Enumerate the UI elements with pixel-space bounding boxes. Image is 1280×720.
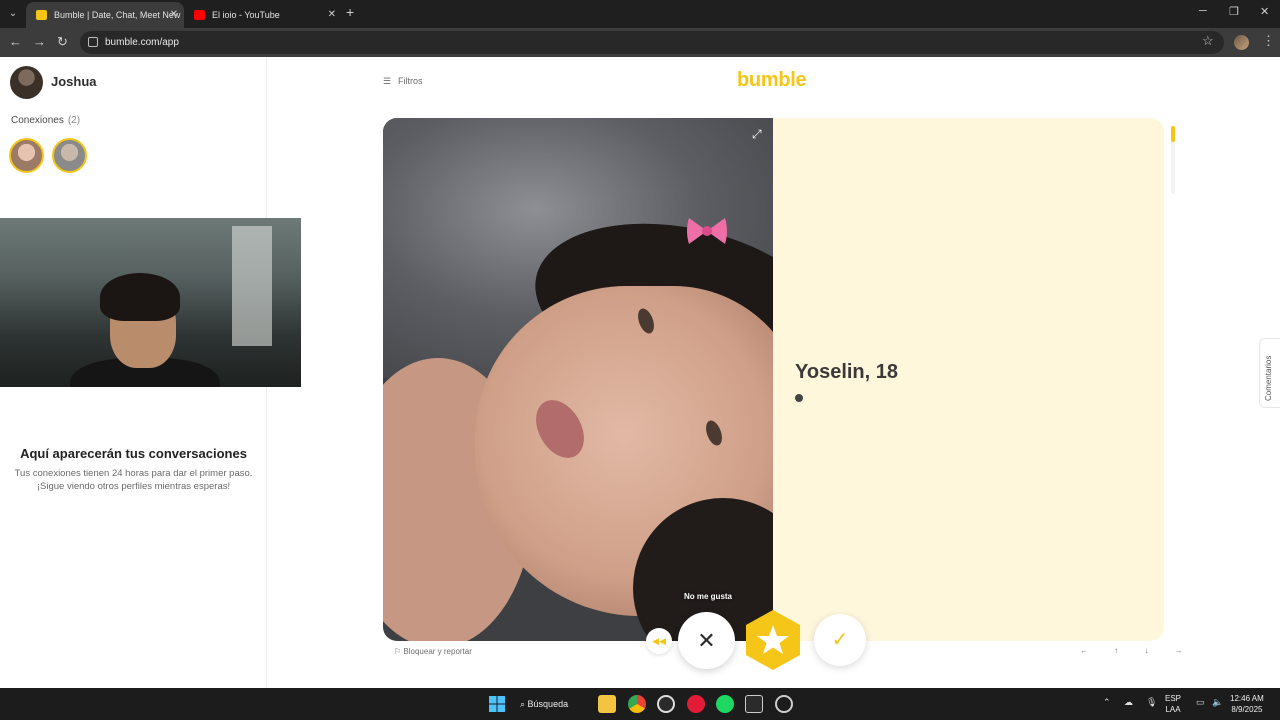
- empty-conversations-subtitle: Tus conexiones tienen 24 horas para dar …: [0, 467, 267, 493]
- connection-avatar[interactable]: [52, 138, 87, 173]
- connections-count: (2): [67, 115, 81, 126]
- cloud-off-icon[interactable]: ☁: [1124, 697, 1133, 708]
- clock-time: 12:46 AM: [1230, 694, 1264, 703]
- bumble-favicon-icon: [36, 10, 47, 20]
- checkmark-icon: ✓: [831, 629, 849, 651]
- profile-card: ⤢ Yoselin, 18: [383, 118, 1164, 641]
- superswipe-button[interactable]: [742, 609, 804, 671]
- lang-layout: LAA: [1165, 705, 1181, 714]
- language-indicator[interactable]: ESP LAA: [1165, 693, 1181, 715]
- keyboard-shortcuts-hint: ← ↑ ↓ →: [1080, 646, 1195, 655]
- search-icon: ⌕: [520, 699, 528, 709]
- connections-header: Conexiones (2): [11, 115, 80, 126]
- user-name[interactable]: Joshua: [51, 74, 97, 89]
- windows-start-icon[interactable]: [488, 695, 506, 713]
- volume-icon[interactable]: 🔈: [1212, 697, 1223, 708]
- connections-label: Conexiones: [11, 115, 64, 126]
- chrome-icon[interactable]: [628, 695, 646, 713]
- close-tab-icon[interactable]: ✕: [170, 2, 178, 28]
- like-button[interactable]: ✓: [814, 614, 866, 666]
- lang-code: ESP: [1165, 694, 1182, 703]
- browser-toolbar: ← → ↻ bumble.com/app ☆ ⋮: [0, 28, 1280, 57]
- user-avatar[interactable]: [10, 66, 43, 99]
- feedback-label: Comentarios: [1264, 355, 1273, 401]
- profile-name-age: Yoselin, 18: [795, 361, 899, 383]
- filters-label: Filtros: [398, 76, 423, 86]
- forward-icon[interactable]: →: [33, 34, 46, 49]
- youtube-favicon-icon: [194, 10, 205, 20]
- opera-icon[interactable]: [687, 695, 705, 713]
- microphone-icon[interactable]: 🎙: [1146, 697, 1157, 708]
- address-bar[interactable]: bumble.com/app: [80, 31, 1224, 54]
- system-clock[interactable]: 12:46 AM 8/9/2025: [1230, 693, 1264, 715]
- filters-button[interactable]: ☰ Filtros: [383, 76, 423, 87]
- close-window-icon[interactable]: ✕: [1260, 5, 1269, 18]
- pass-tooltip: No me gusta: [684, 592, 733, 601]
- expand-icon[interactable]: ⤢: [752, 127, 762, 142]
- url-text: bumble.com/app: [105, 37, 179, 48]
- spotify-icon[interactable]: [716, 695, 734, 713]
- taskbar-search[interactable]: ⌕ Búsqueda: [520, 695, 568, 713]
- site-info-icon[interactable]: [88, 37, 98, 47]
- file-explorer-icon[interactable]: [598, 695, 616, 713]
- browser-menu-icon[interactable]: ⋮: [1262, 33, 1275, 49]
- webcam-person: [100, 273, 180, 321]
- browser-profile-avatar[interactable]: [1234, 35, 1249, 50]
- feedback-tab[interactable]: Comentarios: [1259, 338, 1280, 408]
- browser-tab-bar: ⌄ Bumble | Date, Chat, Meet New ✕ El ioi…: [0, 0, 1280, 28]
- restore-icon[interactable]: ❐: [1229, 5, 1239, 18]
- tab-bumble[interactable]: Bumble | Date, Chat, Meet New ✕: [26, 2, 184, 28]
- tray-overflow-icon[interactable]: ⌃: [1103, 697, 1111, 708]
- reload-icon[interactable]: ↻: [57, 34, 68, 50]
- photo-progress-indicator[interactable]: [1171, 126, 1175, 194]
- new-tab-button[interactable]: +: [346, 4, 354, 20]
- app-icon[interactable]: [775, 695, 793, 713]
- webcam-overlay: [0, 218, 301, 387]
- subtitle-line: Tus conexiones tienen 24 horas para dar …: [14, 468, 253, 479]
- windows-taskbar: ⌕ Búsqueda ⌃ ☁ 🎙 ESP LAA ▭ 🔈 12:46 AM 8/…: [0, 688, 1280, 720]
- subtitle-line: ¡Sigue viendo otros perfiles mientras es…: [36, 481, 231, 492]
- empty-conversations-title: Aquí aparecerán tus conversaciones: [20, 446, 247, 461]
- profile-info-panel: Yoselin, 18: [773, 118, 1164, 641]
- block-report-link[interactable]: ⚐ Bloquear y reportar: [394, 647, 472, 656]
- search-label: Búsqueda: [527, 699, 569, 709]
- webcam-background: [232, 226, 272, 346]
- rewind-icon: ◀◀: [652, 636, 666, 646]
- tab-title: El ioio - YouTube: [212, 10, 280, 20]
- bookmark-star-icon[interactable]: ☆: [1202, 33, 1214, 49]
- pass-button[interactable]: ✕: [678, 612, 735, 669]
- verified-badge-icon: [795, 394, 803, 402]
- close-tab-icon[interactable]: ✕: [328, 2, 336, 28]
- back-icon[interactable]: ←: [9, 34, 22, 49]
- tab-title: Bumble | Date, Chat, Meet New: [54, 10, 181, 20]
- clock-date: 8/9/2025: [1231, 705, 1263, 714]
- report-label: Bloquear y reportar: [403, 647, 472, 656]
- terminal-icon[interactable]: [745, 695, 763, 713]
- minimize-icon[interactable]: ─: [1199, 5, 1207, 17]
- tab-youtube[interactable]: El ioio - YouTube ✕: [184, 2, 342, 28]
- profile-photo[interactable]: ⤢: [383, 118, 773, 641]
- connection-avatar[interactable]: [9, 138, 44, 173]
- flag-icon: ⚐: [394, 647, 404, 656]
- sliders-icon: ☰: [383, 76, 392, 86]
- rewind-button[interactable]: ◀◀: [646, 628, 672, 654]
- pink-bow-icon: [687, 218, 727, 244]
- tab-search-menu-icon[interactable]: ⌄: [4, 5, 22, 23]
- network-icon[interactable]: ▭: [1196, 697, 1205, 708]
- bumble-logo[interactable]: bumble: [737, 69, 807, 92]
- steam-icon[interactable]: [657, 695, 675, 713]
- close-x-icon: ✕: [697, 628, 716, 653]
